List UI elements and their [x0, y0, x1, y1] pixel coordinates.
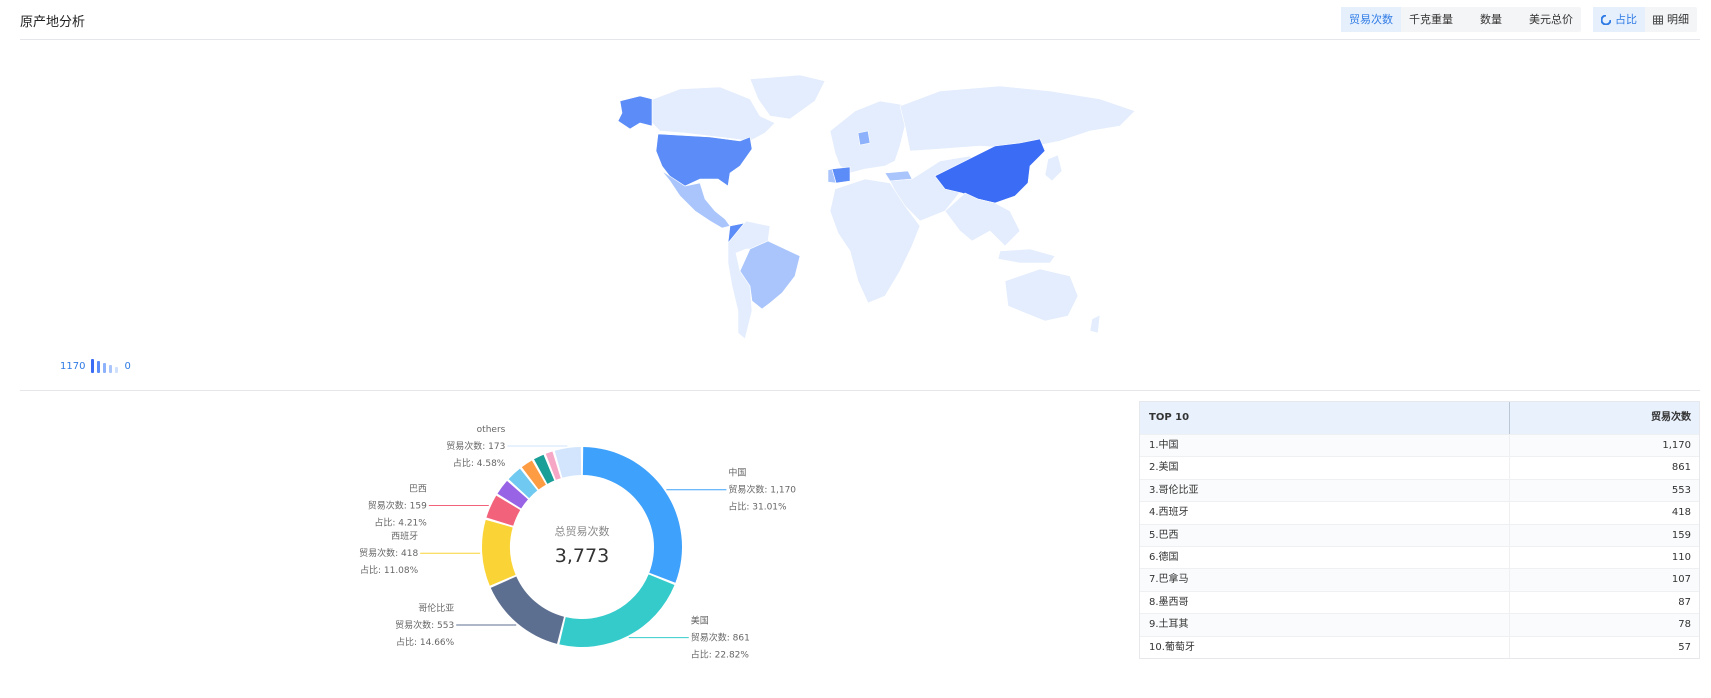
donut-center-value: 3,773 [555, 545, 609, 567]
table-cell-value: 159 [1671, 529, 1691, 541]
table-body: 1.中国 1,170 2.美国 861 3.哥伦比亚 553 4.西班牙 418 5.巴西 159… [1140, 434, 1699, 658]
legend-bars [91, 359, 119, 373]
table-cell-value: 1,170 [1662, 440, 1691, 451]
map-region-japan[interactable] [1044, 154, 1063, 182]
donut-label-name: others [477, 425, 506, 435]
table-cell-value: 110 [1671, 551, 1691, 563]
table-row[interactable]: 5.巴西 159 [1140, 523, 1699, 546]
donut-label-name: 巴西 [409, 483, 427, 494]
donut-label-name: 中国 [728, 467, 746, 479]
table-header-rank: TOP 10 [1140, 402, 1510, 434]
table-cell-value: 418 [1671, 507, 1691, 519]
table-row[interactable]: 2.美国 861 [1140, 456, 1699, 479]
tab-usd-total[interactable]: 美元总价 [1521, 7, 1581, 32]
donut-label-value: 贸易次数: 1,170 [728, 484, 796, 496]
tab-quantity[interactable]: 数量 [1461, 7, 1521, 32]
donut-label-name: 西班牙 [391, 530, 418, 542]
table-cell-name: 10.葡萄牙 [1140, 636, 1510, 658]
table-row[interactable]: 1.中国 1,170 [1140, 434, 1699, 457]
donut-label-name: 哥伦比亚 [418, 602, 454, 614]
map-region-new-zealand[interactable] [1089, 314, 1101, 334]
pie-icon [1601, 14, 1611, 25]
table-cell-value: 553 [1671, 484, 1691, 496]
table-cell-value: 861 [1671, 462, 1691, 474]
table-cell-name: 6.德国 [1140, 546, 1510, 569]
donut-label-value: 贸易次数: 861 [691, 632, 750, 644]
map-region-germany[interactable] [857, 130, 871, 146]
donut-center-label: 总贸易次数 [555, 524, 610, 538]
world-map-area: 1170 0 [20, 41, 1700, 391]
donut-label-percent: 占比: 4.58% [453, 457, 506, 469]
table-cell-name: 3.哥伦比亚 [1140, 479, 1510, 502]
table-cell-name: 9.土耳其 [1140, 614, 1510, 636]
legend-bar [109, 365, 113, 373]
table-cell-name: 8.墨西哥 [1140, 591, 1510, 614]
tab-detail[interactable]: 明细 [1645, 7, 1697, 32]
panel-header: 原产地分析 贸易次数 千克重量 数量 美元总价 占比 明细 [20, 0, 1700, 40]
top10-table: TOP 10 贸易次数 1.中国 1,170 2.美国 861 3.哥伦比亚 553 4.西… [1139, 401, 1700, 659]
table-row[interactable]: 8.墨西哥 87 [1140, 590, 1699, 614]
legend-min-label: 0 [124, 360, 131, 372]
view-tabs: 占比 明细 [1593, 7, 1697, 32]
table-header: TOP 10 贸易次数 [1140, 402, 1699, 434]
donut-label-percent: 占比: 4.21% [374, 516, 427, 528]
tab-share[interactable]: 占比 [1593, 7, 1645, 32]
legend-bar [115, 367, 119, 373]
world-map [617, 74, 1136, 340]
tab-detail-label: 明细 [1667, 13, 1689, 26]
table-cell-value: 87 [1678, 596, 1691, 608]
donut-label-percent: 占比: 14.66% [396, 636, 455, 648]
table-cell-name: 5.巴西 [1140, 524, 1510, 546]
table-header-value[interactable]: 贸易次数 [1510, 402, 1699, 434]
table-row[interactable]: 7.巴拿马 107 [1140, 568, 1699, 591]
tab-weight-kg[interactable]: 千克重量 [1401, 7, 1461, 32]
table-row[interactable]: 4.西班牙 418 [1140, 501, 1699, 524]
map-region-canada[interactable] [647, 86, 776, 142]
donut-slice[interactable] [490, 576, 565, 644]
map-region-greenland[interactable] [749, 74, 826, 120]
map-region-europe[interactable] [829, 100, 911, 174]
map-color-legend: 1170 0 [60, 359, 131, 373]
donut-chart: 中国贸易次数: 1,170 占比: 31.01% 美国贸易次数: 861 占比: 22… [359, 425, 796, 661]
donut-label-name: 美国 [691, 615, 709, 627]
table-icon [1653, 15, 1663, 24]
donut-label-value: 贸易次数: 553 [395, 619, 454, 631]
table-cell-name: 1.中国 [1140, 435, 1510, 457]
map-region-south-asia[interactable] [944, 192, 1021, 247]
table-cell-name: 4.西班牙 [1140, 502, 1510, 524]
table-row[interactable]: 3.哥伦比亚 553 [1140, 478, 1699, 502]
map-region-russia[interactable] [899, 85, 1136, 152]
table-cell-value: 57 [1678, 641, 1691, 653]
legend-max-label: 1170 [60, 360, 86, 372]
donut-label-value: 贸易次数: 173 [446, 440, 505, 452]
table-row[interactable]: 10.葡萄牙 57 [1140, 635, 1699, 658]
legend-bar [91, 359, 95, 373]
table-cell-name: 2.美国 [1140, 457, 1510, 479]
map-region-alaska[interactable] [617, 95, 653, 130]
legend-bar [103, 363, 107, 373]
donut-slice[interactable] [559, 574, 675, 647]
table-row[interactable]: 6.德国 110 [1140, 545, 1699, 569]
table-cell-value: 107 [1671, 574, 1691, 586]
table-row[interactable]: 9.土耳其 78 [1140, 613, 1699, 636]
donut-label-value: 贸易次数: 418 [359, 547, 418, 559]
origin-analysis-panel: 原产地分析 贸易次数 千克重量 数量 美元总价 占比 明细 1170 0 中国 … [20, 0, 1700, 698]
tab-trade-count[interactable]: 贸易次数 [1341, 7, 1401, 32]
page-title: 原产地分析 [20, 15, 86, 30]
donut-label-value: 贸易次数: 159 [368, 499, 427, 511]
tab-share-label: 占比 [1615, 13, 1637, 26]
donut-label-percent: 占比: 22.82% [691, 649, 750, 661]
map-region-australia[interactable] [1004, 268, 1079, 322]
donut-label-percent: 占比: 11.08% [360, 564, 419, 576]
map-region-indonesia[interactable] [997, 248, 1056, 264]
donut-slice[interactable] [482, 519, 516, 586]
table-cell-value: 78 [1678, 619, 1691, 631]
donut-label-percent: 占比: 31.01% [728, 501, 787, 513]
table-cell-name: 7.巴拿马 [1140, 569, 1510, 591]
metric-tabs: 贸易次数 千克重量 数量 美元总价 [1341, 7, 1581, 32]
legend-bar [97, 361, 101, 373]
